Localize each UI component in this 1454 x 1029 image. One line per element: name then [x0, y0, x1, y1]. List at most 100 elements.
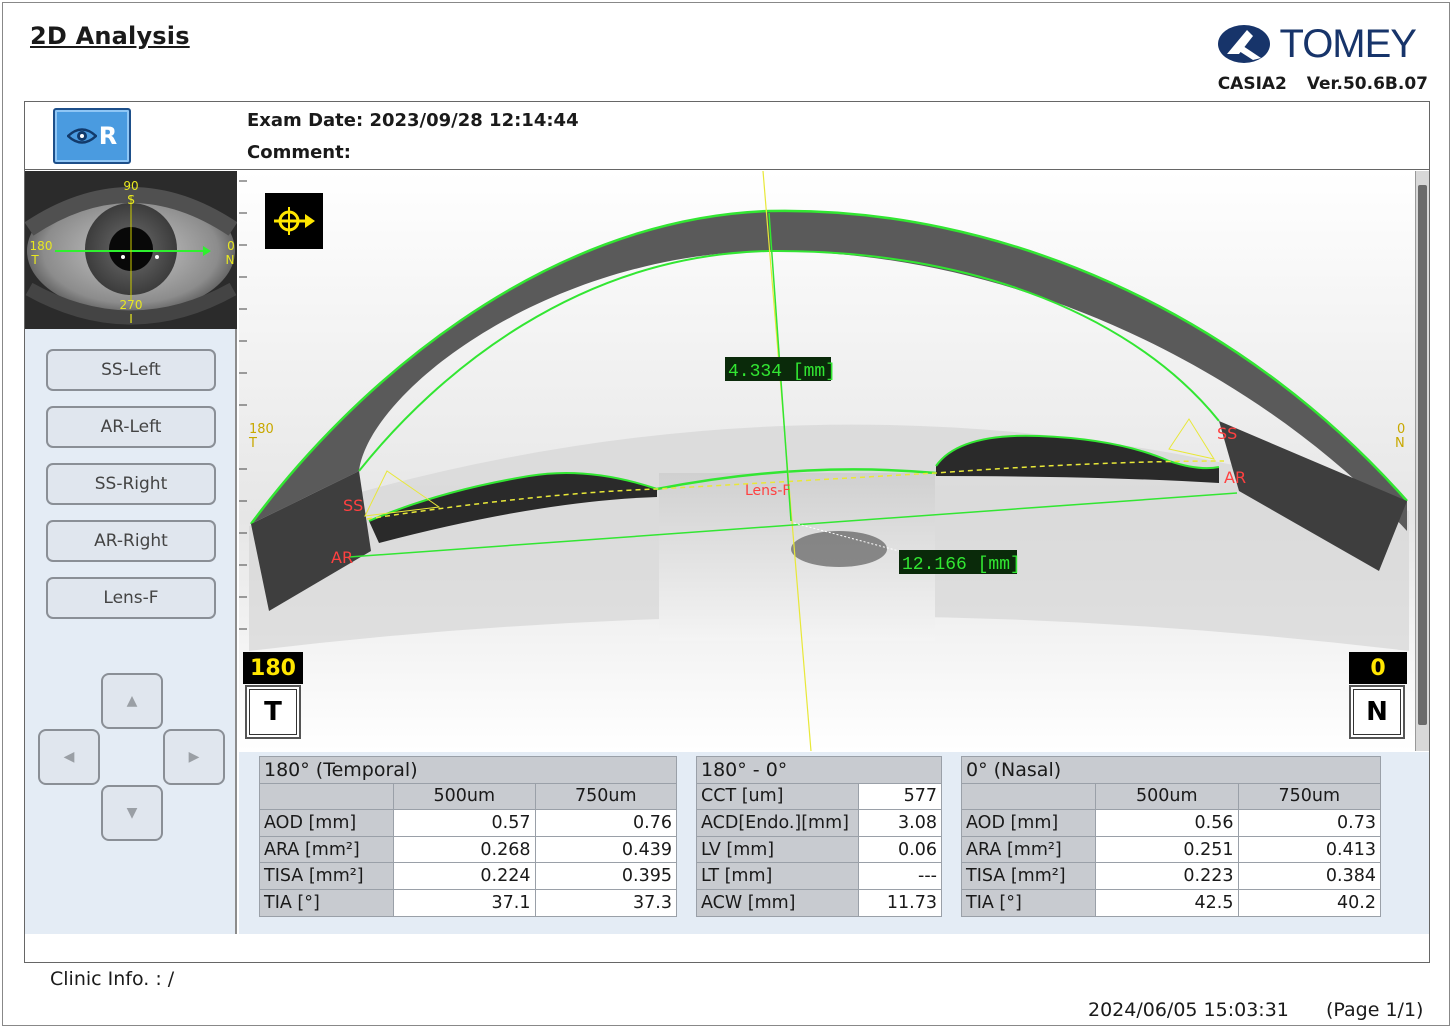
analysis-panel: R Exam Date: 2023/09/28 12:14:44 Comment… — [24, 101, 1430, 963]
temporal-value: 0.57 — [393, 809, 536, 837]
nasal-col-750: 750um — [1237, 782, 1381, 811]
table-row: LT [mm] --- — [696, 862, 942, 890]
center-value: 3.08 — [858, 809, 942, 837]
table-row: ACW [mm] 11.73 — [696, 888, 942, 917]
center-row-label: ACW [mm] — [696, 888, 859, 917]
center-value: 11.73 — [858, 888, 942, 917]
thumb-label-left-sub: T — [30, 253, 39, 267]
move-right-button[interactable]: ▶ — [163, 729, 225, 785]
scan-axis-left-sub: T — [248, 436, 257, 451]
page-number: (Page 1/1) — [1326, 999, 1424, 1021]
temporal-value: 0.268 — [393, 835, 536, 864]
nasal-value: 0.73 — [1237, 809, 1381, 837]
temporal-value: 0.439 — [534, 835, 677, 864]
temporal-col-500: 500um — [393, 782, 536, 811]
thumb-label-bottom: 270 — [120, 298, 143, 312]
table-row: ARA [mm²] 0.268 0.439 — [259, 835, 677, 864]
center-row-label: CCT [um] — [696, 782, 859, 811]
nasal-table: 0° (Nasal) 500um 750um AOD [mm] 0.56 0.7… — [961, 756, 1381, 917]
right-direction-badge: N — [1349, 685, 1405, 739]
device-line: CASIA2 Ver.50.6B.07 — [1204, 74, 1428, 94]
eye-side-button[interactable]: R — [53, 108, 131, 164]
thumb-label-top-sub: S — [127, 193, 135, 207]
nasal-value: 0.384 — [1237, 862, 1381, 890]
temporal-row-label: AOD [mm] — [259, 809, 394, 837]
temporal-row-label: TISA [mm²] — [259, 862, 394, 890]
table-row: ACD[Endo.][mm] 3.08 — [696, 809, 942, 837]
nasal-table-title: 0° (Nasal) — [961, 756, 1381, 784]
ss-right-marker: SS — [1217, 424, 1237, 443]
scan-axis-left: 180 — [249, 422, 274, 437]
move-up-button[interactable]: ▲ — [101, 673, 163, 729]
eye-thumbnail-image: 90 S 180 T 0 N 270 I — [25, 171, 237, 329]
nasal-value: 40.2 — [1237, 888, 1381, 917]
ar-left-button[interactable]: AR-Left — [46, 406, 216, 448]
right-arrow-icon: ▶ — [188, 749, 200, 765]
vertical-scrollbar[interactable] — [1415, 171, 1429, 751]
center-value: 0.06 — [858, 835, 942, 864]
table-row: TIA [°] 42.5 40.2 — [961, 888, 1381, 917]
center-row-label: LV [mm] — [696, 835, 859, 864]
temporal-col-750: 750um — [534, 782, 677, 811]
thumb-label-right: 0 — [227, 239, 235, 253]
nasal-value: 0.56 — [1095, 809, 1239, 837]
nasal-col-500: 500um — [1095, 782, 1239, 811]
nasal-value: 0.223 — [1095, 862, 1239, 890]
oct-scan-view[interactable]: SS AR SS AR Lens-F 4.334 [mm] 12.166 [mm… — [239, 171, 1429, 751]
scan-direction-icon[interactable] — [265, 193, 323, 249]
move-left-button[interactable]: ◀ — [38, 729, 100, 785]
ss-right-button[interactable]: SS-Right — [46, 463, 216, 505]
clinic-info: Clinic Info. : / — [50, 968, 175, 990]
table-row: TISA [mm²] 0.224 0.395 — [259, 862, 677, 890]
center-table-title: 180° - 0° — [696, 756, 942, 784]
angle-width-label: 12.166 [mm] — [902, 555, 1021, 575]
exam-date: Exam Date: 2023/09/28 12:14:44 — [247, 110, 579, 131]
lens-f-button[interactable]: Lens-F — [46, 577, 216, 619]
nasal-value: 0.413 — [1237, 835, 1381, 864]
left-direction-badge: T — [245, 685, 301, 739]
up-arrow-icon: ▲ — [126, 693, 138, 709]
brand-logo: TOMEY — [1217, 24, 1417, 64]
exam-comment: Comment: — [247, 142, 351, 163]
eye-thumbnail[interactable]: 90 S 180 T 0 N 270 I — [25, 171, 237, 329]
left-arrow-icon: ◀ — [63, 749, 75, 765]
temporal-row-label: TIA [°] — [259, 888, 394, 917]
center-table: 180° - 0° CCT [um] 577 ACD[Endo.][mm] 3.… — [696, 756, 942, 917]
eye-side-label: R — [98, 122, 118, 150]
temporal-row-label: ARA [mm²] — [259, 835, 394, 864]
nasal-row-label: TIA [°] — [961, 888, 1096, 917]
temporal-table: 180° (Temporal) 500um 750um AOD [mm] 0.5… — [259, 756, 677, 917]
scrollbar-thumb[interactable] — [1418, 185, 1427, 725]
center-row-label: LT [mm] — [696, 862, 859, 890]
thumb-label-left: 180 — [30, 239, 53, 253]
ss-left-button[interactable]: SS-Left — [46, 349, 216, 391]
table-row: CCT [um] 577 — [696, 782, 942, 811]
nasal-row-label: AOD [mm] — [961, 809, 1096, 837]
center-row-label: ACD[Endo.][mm] — [696, 809, 859, 837]
exam-header: R Exam Date: 2023/09/28 12:14:44 Comment… — [25, 102, 1429, 170]
lens-f-marker: Lens-F — [745, 483, 790, 499]
right-degree-badge: 0 — [1349, 652, 1407, 684]
down-arrow-icon: ▼ — [126, 805, 138, 821]
table-row: TIA [°] 37.1 37.3 — [259, 888, 677, 917]
move-down-button[interactable]: ▼ — [101, 785, 163, 841]
device-model: CASIA2 — [1217, 74, 1287, 94]
left-degree-badge: 180 — [243, 652, 303, 684]
temporal-table-title: 180° (Temporal) — [259, 756, 677, 784]
temporal-value: 0.395 — [534, 862, 677, 890]
table-row: ARA [mm²] 0.251 0.413 — [961, 835, 1381, 864]
ar-right-button[interactable]: AR-Right — [46, 520, 216, 562]
temporal-value: 0.76 — [534, 809, 677, 837]
table-row: TISA [mm²] 0.223 0.384 — [961, 862, 1381, 890]
nasal-row-label: ARA [mm²] — [961, 835, 1096, 864]
tomey-logo-icon — [1218, 25, 1271, 63]
print-date: 2024/06/05 15:03:31 — [1088, 999, 1289, 1021]
scan-axis-right-sub: N — [1395, 436, 1405, 451]
ar-left-marker: AR — [331, 548, 353, 567]
temporal-value: 0.224 — [393, 862, 536, 890]
thumb-label-right-sub: N — [226, 253, 235, 267]
temporal-value: 37.1 — [393, 888, 536, 917]
central-depth-label: 4.334 [mm] — [728, 362, 836, 382]
report-title: 2D Analysis — [30, 22, 190, 50]
table-row: LV [mm] 0.06 — [696, 835, 942, 864]
